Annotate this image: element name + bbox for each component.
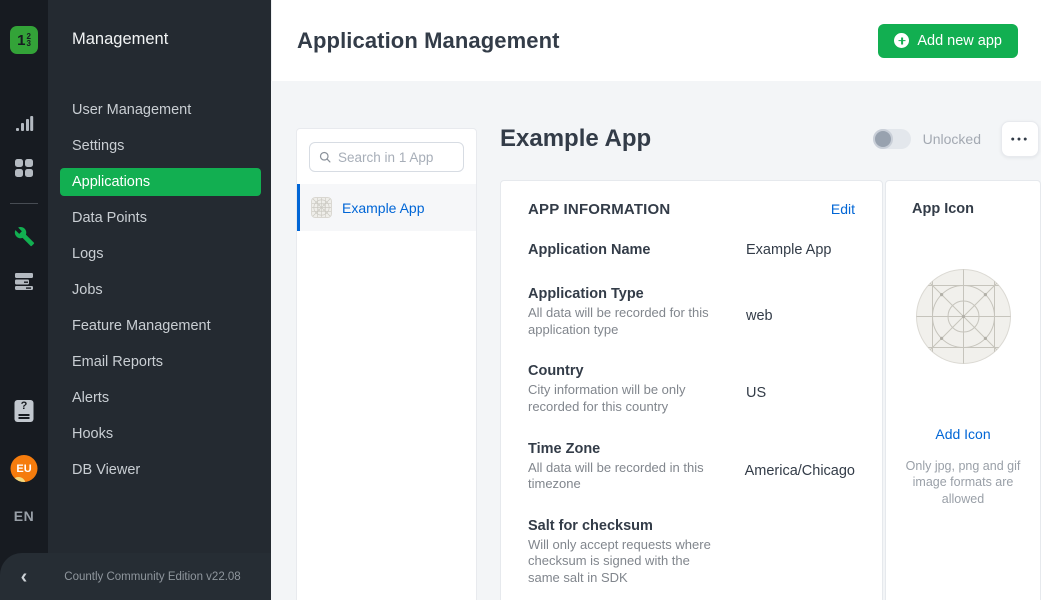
server-stack-icon[interactable] (12, 269, 36, 293)
sidebar-footer: ‹ Countly Community Edition v22.08 (0, 553, 271, 600)
add-icon-link[interactable]: Add Icon (898, 426, 1028, 442)
menu-list: User Management Settings Applications Da… (48, 96, 271, 492)
logo-digit: 1 (17, 32, 25, 49)
app-search-box (309, 142, 464, 172)
logo-digit: 3 (26, 40, 30, 47)
main-area: Application Management Add new app (271, 0, 1041, 600)
field-value (746, 518, 855, 587)
field-description: All data will be recorded for this appli… (528, 305, 711, 338)
toggle-knob-icon (873, 129, 893, 149)
field-description: All data will be recorded in this timezo… (528, 460, 711, 493)
rail-divider (10, 203, 38, 204)
app-information-heading: APP INFORMATION (528, 201, 670, 218)
field-label: Application Type (528, 286, 718, 302)
version-text: Countly Community Edition v22.08 (48, 571, 271, 583)
management-menu: Management User Management Settings Appl… (48, 0, 271, 600)
page-header: Application Management Add new app (271, 0, 1041, 81)
field-label: Country (528, 363, 718, 379)
app-detail-header: Example App Unlocked ●●● (500, 117, 1041, 161)
help-glyph: ? (21, 401, 28, 412)
search-icon (319, 150, 331, 164)
language-selector[interactable]: EN (14, 508, 34, 524)
sidebar-item-jobs[interactable]: Jobs (60, 276, 261, 304)
search-input[interactable] (338, 150, 454, 165)
management-wrench-icon[interactable] (12, 224, 36, 248)
field-value: US (746, 363, 855, 415)
app-detail-title: Example App (500, 125, 873, 153)
sidebar-item-email-reports[interactable]: Email Reports (60, 348, 261, 376)
menu-title: Management (72, 30, 168, 49)
detail-cards: APP INFORMATION Edit Application Name Ex… (500, 180, 1041, 600)
field-description: City information will be only recorded f… (528, 382, 711, 415)
info-row-application-name: Application Name Example App (528, 242, 855, 261)
field-value: web (746, 286, 855, 338)
ellipsis-icon: ●●● (1011, 136, 1030, 143)
sidebar-item-feature-management[interactable]: Feature Management (60, 312, 261, 340)
avatar-initials: EU (16, 463, 31, 475)
info-row-time-zone: Time Zone All data will be recorded in t… (528, 441, 855, 493)
analytics-bar-chart-icon[interactable] (12, 112, 36, 136)
app-list-panel: Example App (296, 128, 477, 600)
application-management-page: 1 2 3 ? (0, 0, 1041, 600)
user-avatar[interactable]: EU (11, 455, 38, 482)
sidebar-item-settings[interactable]: Settings (60, 132, 261, 160)
help-faq-icon[interactable]: ? (15, 400, 34, 422)
icon-rail: 1 2 3 ? (0, 0, 48, 600)
add-new-app-label: Add new app (917, 33, 1002, 49)
app-list-item-name: Example App (342, 200, 425, 216)
field-value: America/Chicago (745, 441, 855, 493)
sidebar-item-data-points[interactable]: Data Points (60, 204, 261, 232)
info-row-application-type: Application Type All data will be record… (528, 286, 855, 338)
sidebar-item-applications[interactable]: Applications (60, 168, 261, 196)
field-label: Application Name (528, 242, 718, 258)
app-icon-heading: App Icon (912, 201, 1028, 217)
sidebar-item-hooks[interactable]: Hooks (60, 420, 261, 448)
more-options-button[interactable]: ●●● (1001, 121, 1039, 157)
app-placeholder-icon (311, 197, 332, 218)
icon-formats-note: Only jpg, png and gif image formats are … (898, 458, 1028, 507)
sidebar-item-db-viewer[interactable]: DB Viewer (60, 456, 261, 484)
info-row-salt-for-checksum: Salt for checksum Will only accept reque… (528, 518, 855, 587)
sidebar-item-alerts[interactable]: Alerts (60, 384, 261, 412)
field-label: Salt for checksum (528, 518, 718, 534)
apps-grid-icon[interactable] (12, 156, 36, 180)
edit-link[interactable]: Edit (831, 201, 855, 217)
page-title: Application Management (297, 28, 560, 54)
field-label: Time Zone (528, 441, 717, 457)
app-icon-placeholder (916, 269, 1011, 364)
content-area: Example App Example App Unlocked ●●● (271, 81, 1041, 600)
app-detail: Example App Unlocked ●●● APP INFORMATION… (500, 117, 1041, 600)
plus-circle-icon (894, 33, 909, 48)
lock-toggle-label: Unlocked (923, 131, 981, 147)
sidebar: 1 2 3 ? (0, 0, 271, 600)
field-value: Example App (746, 242, 855, 261)
field-description: Will only accept requests where checksum… (528, 537, 711, 587)
app-icon-panel: App Icon (885, 180, 1041, 600)
add-new-app-button[interactable]: Add new app (878, 24, 1018, 58)
lock-toggle[interactable] (873, 129, 911, 149)
sidebar-item-user-management[interactable]: User Management (60, 96, 261, 124)
app-information-card: APP INFORMATION Edit Application Name Ex… (500, 180, 883, 600)
app-list-item-example-app[interactable]: Example App (297, 184, 476, 231)
countly-logo-icon[interactable]: 1 2 3 (10, 26, 38, 54)
info-row-country: Country City information will be only re… (528, 363, 855, 415)
sidebar-item-logs[interactable]: Logs (60, 240, 261, 268)
collapse-sidebar-icon[interactable]: ‹ (0, 567, 48, 587)
